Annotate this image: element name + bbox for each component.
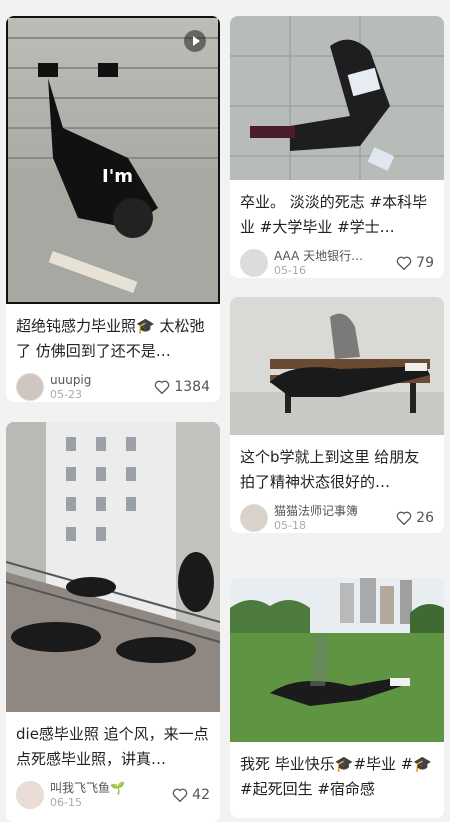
note-card[interactable]: I'm 超绝钝感力毕业照🎓 太松弛了 仿佛回到了还不是… uuupig 05-2… [6,16,220,402]
note-title: 超绝钝感力毕业照🎓 太松弛了 仿佛回到了还不是… [16,317,205,360]
heart-outline-icon [396,511,412,525]
like-button[interactable]: 26 [396,510,434,526]
heart-outline-icon [396,256,412,270]
post-date: 05-18 [274,518,306,532]
note-title: 这个b学就上到这里 给朋友拍了精神状态很好的… [240,448,420,491]
like-button[interactable]: 79 [396,255,434,271]
note-title: 卒业。 淡淡的死志 #本科毕业 #大学毕业 #学士… [240,193,428,236]
author-name[interactable]: 叫我飞飞鱼🌱 [50,781,172,796]
like-button[interactable]: 42 [172,787,210,803]
like-count: 42 [192,787,210,803]
cover-photo [230,16,444,180]
author-avatar[interactable] [16,373,44,401]
note-title: die感毕业照 追个风，来一点点死感毕业照，讲真… [16,725,209,768]
note-card[interactable]: 我死 毕业快乐🎓#毕业 #🎓 #起死回生 #宿命感 [230,578,444,818]
author-name[interactable]: 猫猫法师记事簿 [274,504,396,519]
author-avatar[interactable] [240,504,268,532]
note-cover-image[interactable] [230,578,444,742]
note-cover-image[interactable] [230,16,444,180]
cover-photo [8,18,218,302]
author-avatar[interactable] [240,249,268,277]
author-name[interactable]: uuupig [50,373,154,388]
note-cover-image[interactable]: I'm [6,16,220,304]
post-date: 05-16 [274,263,306,277]
like-button[interactable]: 1384 [154,379,210,395]
note-card[interactable]: 卒业。 淡淡的死志 #本科毕业 #大学毕业 #学士… AAA 天地银行… 05-… [230,16,444,278]
like-count: 1384 [174,379,210,395]
note-card[interactable]: 这个b学就上到这里 给朋友拍了精神状态很好的… 猫猫法师记事簿 05-18 26 [230,297,444,533]
author-avatar[interactable] [16,781,44,809]
image-overlay-text: I'm [102,166,133,187]
play-icon [184,30,206,52]
heart-outline-icon [155,380,170,394]
post-date: 06-15 [50,795,82,809]
post-date: 05-23 [50,387,82,401]
note-cover-image[interactable] [6,422,220,712]
note-title: 我死 毕业快乐🎓#毕业 #🎓 #起死回生 #宿命感 [240,755,433,798]
heart-outline-icon [172,788,188,802]
cover-photo [6,422,220,712]
author-name[interactable]: AAA 天地银行… [274,249,396,264]
cover-photo [230,297,444,435]
cover-photo [230,578,444,742]
like-count: 26 [416,510,434,526]
note-cover-image[interactable] [230,297,444,435]
like-count: 79 [416,255,434,271]
note-card[interactable]: die感毕业照 追个风，来一点点死感毕业照，讲真… 叫我飞飞鱼🌱 06-15 4… [6,422,220,822]
